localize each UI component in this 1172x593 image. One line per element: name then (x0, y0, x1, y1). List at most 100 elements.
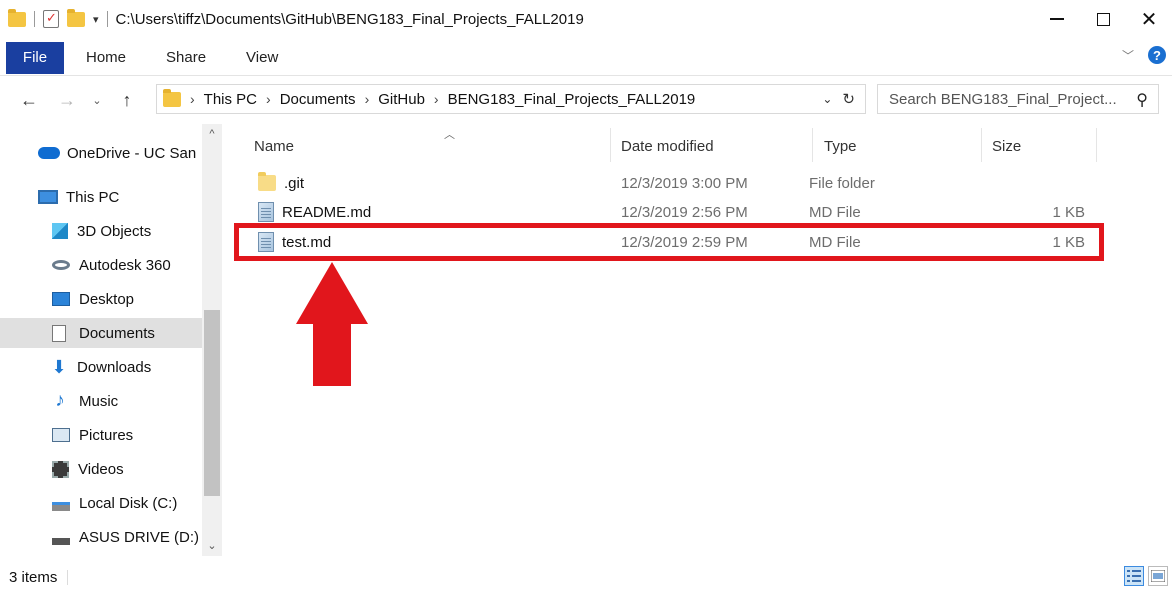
address-dropdown-icon[interactable]: ⌄ (822, 92, 832, 106)
search-icon[interactable]: ⚲ (1136, 90, 1148, 110)
sidebar-item-label: Autodesk 360 (79, 256, 171, 274)
scroll-up-icon[interactable]: ^ (202, 128, 222, 140)
address-bar[interactable]: › This PC › Documents › GitHub › BENG183… (156, 84, 866, 114)
recent-locations-button[interactable]: ⌄ (88, 94, 106, 107)
maximize-button[interactable] (1080, 0, 1126, 38)
sidebar-item-autodesk-360[interactable]: Autodesk 360 (0, 250, 200, 280)
file-name-cell: README.md (258, 198, 371, 226)
window-title: C:\Users\tiffz\Documents\GitHub\BENG183_… (115, 10, 584, 28)
search-input[interactable] (889, 90, 1129, 108)
sidebar-item-pictures[interactable]: Pictures (0, 420, 200, 450)
sidebar-scrollbar[interactable]: ^ ⌄ (202, 124, 222, 556)
separator (34, 11, 35, 27)
item-count: 3 items (9, 569, 58, 586)
file-name: README.md (282, 203, 372, 221)
quick-access-toolbar: ▾ (0, 0, 108, 38)
sidebar-item-label: ASUS DRIVE (D:) (79, 528, 200, 546)
forward-arrow-icon: → (58, 89, 76, 110)
expand-ribbon-icon[interactable]: ﹀ (1122, 47, 1134, 64)
properties-icon[interactable] (43, 10, 59, 28)
column-label: Type (824, 137, 857, 155)
back-arrow-icon: ← (20, 89, 38, 110)
sidebar-item-downloads[interactable]: ⬇ Downloads (0, 352, 200, 382)
sidebar-item-desktop[interactable]: Desktop (0, 284, 200, 314)
file-name: .git (284, 174, 305, 192)
table-row[interactable]: README.md 12/3/2019 2:56 PM MD File 1 KB (252, 198, 1107, 226)
minimize-button[interactable] (1034, 0, 1080, 38)
scrollbar-thumb[interactable] (204, 310, 220, 496)
file-name-cell: .git (258, 169, 304, 197)
sidebar-item-videos[interactable]: Videos (0, 454, 200, 484)
title-bar: ▾ C:\Users\tiffz\Documents\GitHub\BENG18… (0, 0, 1172, 38)
large-icons-view-button[interactable] (1148, 566, 1168, 586)
address-controls: ⌄ ↻ (822, 85, 865, 113)
sidebar-item-label: OneDrive - UC San Diego (67, 144, 200, 162)
breadcrumb-current-folder[interactable]: BENG183_Final_Projects_FALL2019 (448, 91, 696, 108)
column-divider[interactable] (981, 128, 982, 162)
chevron-down-icon: ⌄ (92, 94, 102, 107)
breadcrumb-github[interactable]: GitHub (378, 91, 425, 108)
column-divider[interactable] (1096, 128, 1097, 162)
desktop-icon (52, 292, 70, 306)
sidebar-item-label: Music (79, 392, 119, 410)
cube-icon (52, 223, 68, 239)
file-icon (258, 202, 274, 222)
folder-icon (163, 88, 181, 107)
ribbon-tabs: File Home Share View ﹀ ? (0, 40, 1172, 76)
column-header-size[interactable]: Size (992, 128, 1092, 164)
help-icon[interactable]: ? (1148, 46, 1166, 64)
ribbon-controls: ﹀ ? (1122, 46, 1166, 64)
tab-file[interactable]: File (6, 41, 64, 74)
sidebar-item-3d-objects[interactable]: 3D Objects (0, 216, 200, 246)
sidebar-item-asus-drive[interactable]: ASUS DRIVE (D:) (0, 522, 200, 552)
status-bar: 3 items (0, 562, 1172, 593)
scroll-down-icon[interactable]: ⌄ (202, 539, 222, 552)
column-header-type[interactable]: Type (824, 128, 984, 164)
new-folder-icon[interactable] (67, 8, 85, 27)
pictures-icon (52, 428, 70, 442)
sidebar-item-onedrive[interactable]: OneDrive - UC San Diego (0, 138, 200, 168)
tab-share[interactable]: Share (148, 42, 220, 74)
tab-home[interactable]: Home (64, 42, 148, 74)
file-type: MD File (809, 203, 861, 221)
chevron-right-icon[interactable]: › (266, 91, 271, 107)
refresh-icon[interactable]: ↻ (842, 90, 855, 108)
sidebar-item-documents[interactable]: Documents (0, 318, 202, 348)
computer-icon (38, 190, 58, 204)
table-row[interactable]: .git 12/3/2019 3:00 PM File folder (252, 169, 1107, 197)
sidebar-item-this-pc[interactable]: This PC (0, 182, 200, 212)
search-box[interactable]: ⚲ (877, 84, 1159, 114)
column-divider[interactable] (812, 128, 813, 162)
breadcrumb-documents[interactable]: Documents (280, 91, 356, 108)
close-button[interactable]: ✕ (1126, 0, 1172, 38)
minimize-icon (1050, 18, 1064, 20)
sidebar-item-label: Downloads (77, 358, 152, 376)
chevron-right-icon[interactable]: › (190, 91, 195, 107)
cloud-icon (38, 147, 60, 159)
column-divider[interactable] (610, 128, 611, 162)
sidebar-item-label: Documents (79, 324, 155, 342)
folder-icon (8, 8, 26, 27)
document-icon (52, 324, 66, 342)
sidebar-item-label: Local Disk (C:) (79, 494, 178, 512)
sort-ascending-icon: ︿ (444, 129, 455, 141)
sidebar-item-label: Videos (78, 460, 124, 478)
tab-view[interactable]: View (220, 42, 300, 74)
breadcrumb-this-pc[interactable]: This PC (204, 91, 257, 108)
details-view-icon (1127, 570, 1141, 582)
forward-button[interactable]: → (54, 90, 80, 111)
details-view-button[interactable] (1124, 566, 1144, 586)
customize-toolbar-icon[interactable]: ▾ (93, 13, 99, 26)
sidebar-item-music[interactable]: ♪ Music (0, 386, 200, 416)
back-button[interactable]: ← (16, 90, 42, 111)
chevron-right-icon[interactable]: › (365, 91, 370, 107)
column-header-name[interactable]: Name ︿ (254, 128, 609, 164)
sidebar-item-label: 3D Objects (77, 222, 152, 240)
sidebar-item-local-disk[interactable]: Local Disk (C:) (0, 488, 200, 518)
up-button[interactable]: ↑ (114, 90, 140, 111)
chevron-right-icon[interactable]: › (434, 91, 439, 107)
column-header-date[interactable]: Date modified (621, 128, 811, 164)
separator (67, 570, 69, 585)
drive-icon (52, 537, 70, 545)
sidebar-item-label: Pictures (79, 426, 134, 444)
